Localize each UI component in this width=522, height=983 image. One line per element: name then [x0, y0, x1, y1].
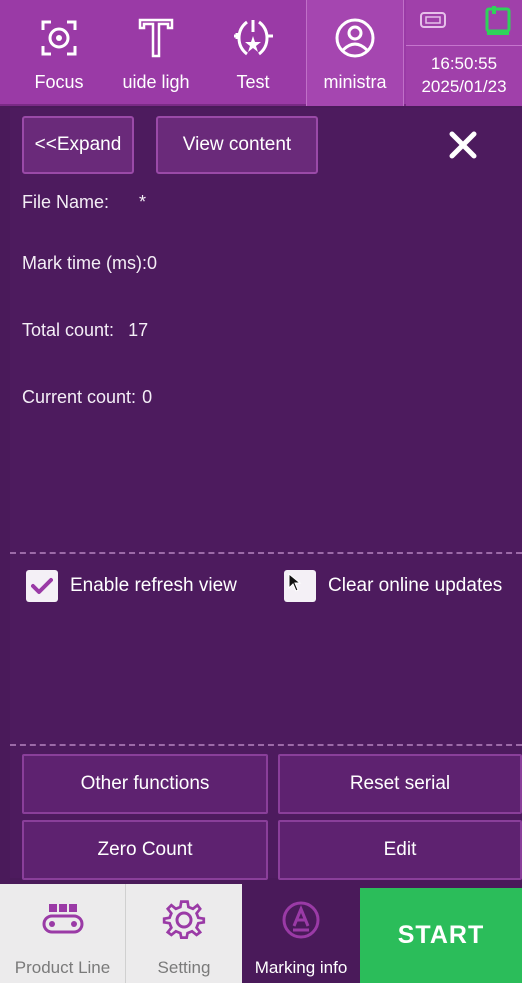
nav-marking-info-label: Marking info: [254, 958, 348, 977]
top-toolbar: Focus uide ligh Test ministra 16:50:55 2…: [0, 0, 522, 106]
test-button[interactable]: Test: [208, 0, 298, 106]
nav-product-line-label: Product Line: [14, 958, 111, 977]
enable-refresh-option[interactable]: Enable refresh view: [26, 570, 237, 602]
clock: 16:50:55 2025/01/23: [406, 52, 522, 98]
status-panel: 16:50:55 2025/01/23: [406, 0, 522, 106]
nav-marking-info[interactable]: Marking info: [242, 884, 360, 983]
other-functions-button[interactable]: Other functions: [22, 754, 268, 814]
gear-icon: [162, 898, 206, 942]
divider-bottom: [10, 744, 522, 746]
mark-time-value: 0: [147, 253, 158, 273]
marking-icon: [279, 898, 323, 942]
administrator-button[interactable]: ministra: [306, 0, 404, 106]
divider-top: [10, 552, 522, 554]
mark-time-label: Mark time (ms):: [22, 253, 147, 273]
mark-time-row: Mark time (ms):0: [22, 253, 157, 274]
current-count-value: 0: [142, 387, 153, 407]
current-count-label: Current count:: [22, 387, 137, 407]
test-label: Test: [236, 72, 270, 92]
focus-button[interactable]: Focus: [14, 0, 104, 106]
reset-serial-button[interactable]: Reset serial: [278, 754, 522, 814]
cursor-icon: [288, 572, 302, 592]
file-name-row: File Name: *: [22, 192, 146, 213]
bottom-navigation: Product Line Setting Marking info START: [0, 884, 522, 983]
nav-setting[interactable]: Setting: [126, 884, 242, 983]
usb-icon: [420, 12, 446, 28]
nav-product-line[interactable]: Product Line: [0, 884, 126, 983]
total-count-row: Total count: 17: [22, 320, 148, 341]
guide-light-button[interactable]: uide ligh: [108, 0, 204, 106]
marking-info-panel: <<Expand View content File Name: * Mark t…: [10, 108, 522, 880]
total-count-label: Total count:: [22, 320, 115, 340]
edit-button[interactable]: Edit: [278, 820, 522, 880]
current-count-row: Current count: 0: [22, 387, 152, 408]
start-button[interactable]: START: [360, 888, 522, 983]
laser-test-icon: [229, 14, 277, 62]
zero-count-button[interactable]: Zero Count: [22, 820, 268, 880]
app-screen: Focus uide ligh Test ministra 16:50:55 2…: [0, 0, 522, 983]
clear-online-option[interactable]: Clear online updates: [284, 570, 502, 602]
nav-setting-label: Setting: [157, 958, 211, 977]
network-icon: [485, 6, 511, 35]
enable-refresh-checkbox[interactable]: [26, 570, 58, 602]
conveyor-icon: [41, 898, 85, 942]
checkmark-icon: [31, 578, 53, 594]
clear-online-checkbox[interactable]: [284, 570, 316, 602]
status-icons: [406, 0, 522, 46]
guide-light-label: uide ligh: [122, 72, 190, 92]
administrator-label: ministra: [323, 72, 387, 92]
file-name-value: *: [139, 192, 147, 212]
focus-label: Focus: [34, 72, 84, 92]
clock-time: 16:50:55: [430, 54, 498, 73]
view-content-button[interactable]: View content: [156, 116, 318, 174]
enable-refresh-label: Enable refresh view: [70, 575, 237, 596]
expand-button[interactable]: <<Expand: [22, 116, 134, 174]
file-name-label: File Name:: [22, 192, 110, 212]
close-icon[interactable]: [448, 130, 478, 160]
total-count-value: 17: [128, 320, 149, 340]
focus-target-icon: [35, 14, 83, 62]
user-icon: [331, 14, 379, 62]
clock-date: 2025/01/23: [421, 77, 507, 96]
clear-online-label: Clear online updates: [328, 575, 503, 596]
guide-light-icon: [132, 14, 180, 62]
